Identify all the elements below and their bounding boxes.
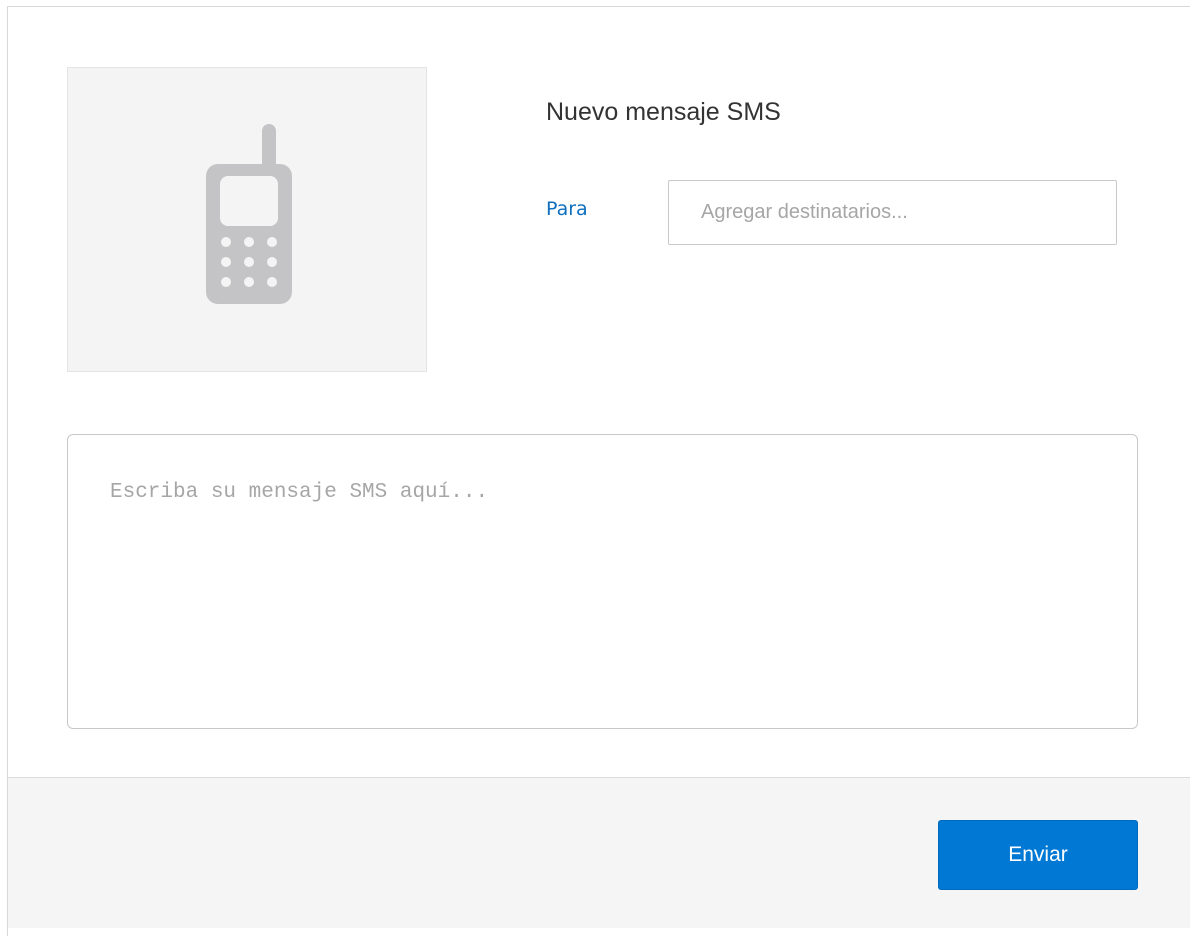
dialog-title: Nuevo mensaje SMS <box>546 98 781 126</box>
send-button[interactable]: Enviar <box>938 820 1138 890</box>
message-textarea[interactable] <box>67 434 1138 729</box>
recipients-input[interactable] <box>668 180 1117 245</box>
mobile-phone-icon <box>206 124 292 304</box>
recipient-avatar <box>67 67 427 372</box>
to-label[interactable]: Para <box>546 197 588 221</box>
